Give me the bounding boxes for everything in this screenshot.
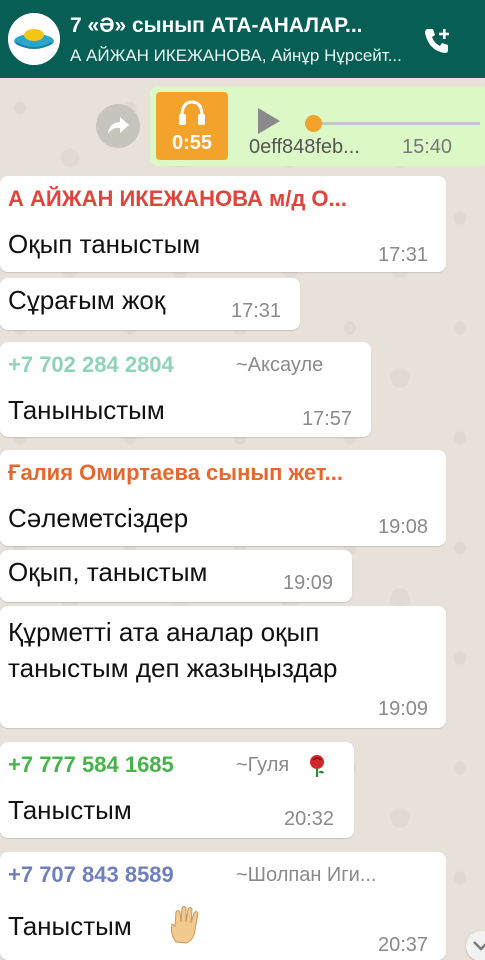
raised-hand-icon — [171, 906, 199, 944]
add-call-icon[interactable] — [421, 25, 453, 57]
message-text-line: Құрметті ата аналар оқып — [8, 617, 320, 647]
forward-icon — [108, 117, 129, 134]
message-text: Таныныстым — [8, 395, 165, 425]
message-text-line: таныстым деп жазыңыздар — [8, 653, 338, 683]
group-members[interactable]: А АЙЖАН ИКЕЖАНОВА, Айнұр Нұрсейт... — [70, 46, 410, 66]
message-bubble[interactable]: +7 702 284 2804 ~Аксауле Таныныстым 17:5… — [0, 342, 371, 437]
message-bubble[interactable]: Ғалия Омиртаева сынып жет... Сәлеметсізд… — [0, 450, 446, 546]
message-text: Таныстым — [8, 795, 132, 825]
message-time: 19:09 — [378, 698, 429, 720]
sender-pushname: ~Гуля — [236, 754, 290, 776]
message-text: Таныстым — [8, 911, 132, 941]
sender-name[interactable]: Ғалия Омиртаева сынып жет... — [8, 460, 438, 486]
message-time: 20:32 — [284, 808, 335, 830]
message-text: Сұрағым жоқ — [8, 285, 166, 315]
audio-progress-handle[interactable] — [305, 115, 322, 132]
play-icon[interactable] — [254, 106, 284, 136]
group-title[interactable]: 7 «Ә» сынып АТА-АНАЛАР... — [70, 14, 410, 38]
sender-phone[interactable]: +7 702 284 2804 — [8, 352, 228, 378]
sender-pushname: ~Шолпан Иги... — [236, 864, 377, 886]
message-time: 15:40 — [402, 136, 453, 158]
voice-file-name: 0eff848feb... — [249, 136, 360, 158]
voice-message-bubble[interactable]: 0:55 0eff848feb... 15:40 — [150, 86, 485, 166]
message-bubble[interactable]: +7 707 843 8589 ~Шолпан Иги... Таныстым … — [0, 852, 446, 960]
message-bubble[interactable]: Құрметті ата аналар оқып таныстым деп жа… — [0, 606, 446, 728]
message-time: 17:57 — [302, 408, 353, 430]
sender-name[interactable]: А АЙЖАН ИКЕЖАНОВА м/д О... — [8, 186, 438, 212]
chevron-down-icon — [473, 941, 485, 951]
message-time: 19:08 — [378, 516, 429, 538]
scroll-down-button[interactable] — [466, 931, 485, 960]
message-time: 17:31 — [231, 300, 282, 322]
voice-duration: 0:55 — [171, 132, 213, 154]
message-text: Сәлеметсіздер — [8, 503, 189, 533]
rose-icon — [310, 755, 324, 777]
chat-header: 7 «Ә» сынып АТА-АНАЛАР... А АЙЖАН ИКЕЖАН… — [0, 0, 485, 78]
message-time: 19:09 — [283, 572, 334, 594]
chat-area[interactable]: 0:55 0eff848feb... 15:40 А АЙЖАН ИКЕЖАНО… — [0, 78, 485, 960]
audio-progress-track[interactable] — [310, 122, 480, 125]
sender-phone[interactable]: +7 777 584 1685 — [8, 752, 228, 778]
message-bubble[interactable]: Оқып, таныстым 19:09 — [0, 550, 352, 602]
sender-pushname: ~Аксауле — [236, 354, 324, 376]
audio-thumbnail: 0:55 — [156, 92, 228, 160]
message-bubble[interactable]: Сұрағым жоқ 17:31 — [0, 278, 300, 330]
message-time: 20:37 — [378, 934, 429, 956]
message-bubble[interactable]: +7 777 584 1685 ~Гуля Таныстым 20:32 — [0, 742, 354, 838]
message-bubble[interactable]: А АЙЖАН ИКЕЖАНОВА м/д О... Оқып таныстым… — [0, 176, 446, 272]
sender-phone[interactable]: +7 707 843 8589 — [8, 862, 228, 888]
headphones-icon — [179, 100, 205, 125]
forward-button[interactable] — [96, 104, 140, 148]
group-avatar[interactable] — [8, 13, 60, 65]
message-text: Оқып таныстым — [8, 229, 201, 259]
message-text: Оқып, таныстым — [8, 557, 208, 587]
message-time: 17:31 — [378, 244, 429, 266]
